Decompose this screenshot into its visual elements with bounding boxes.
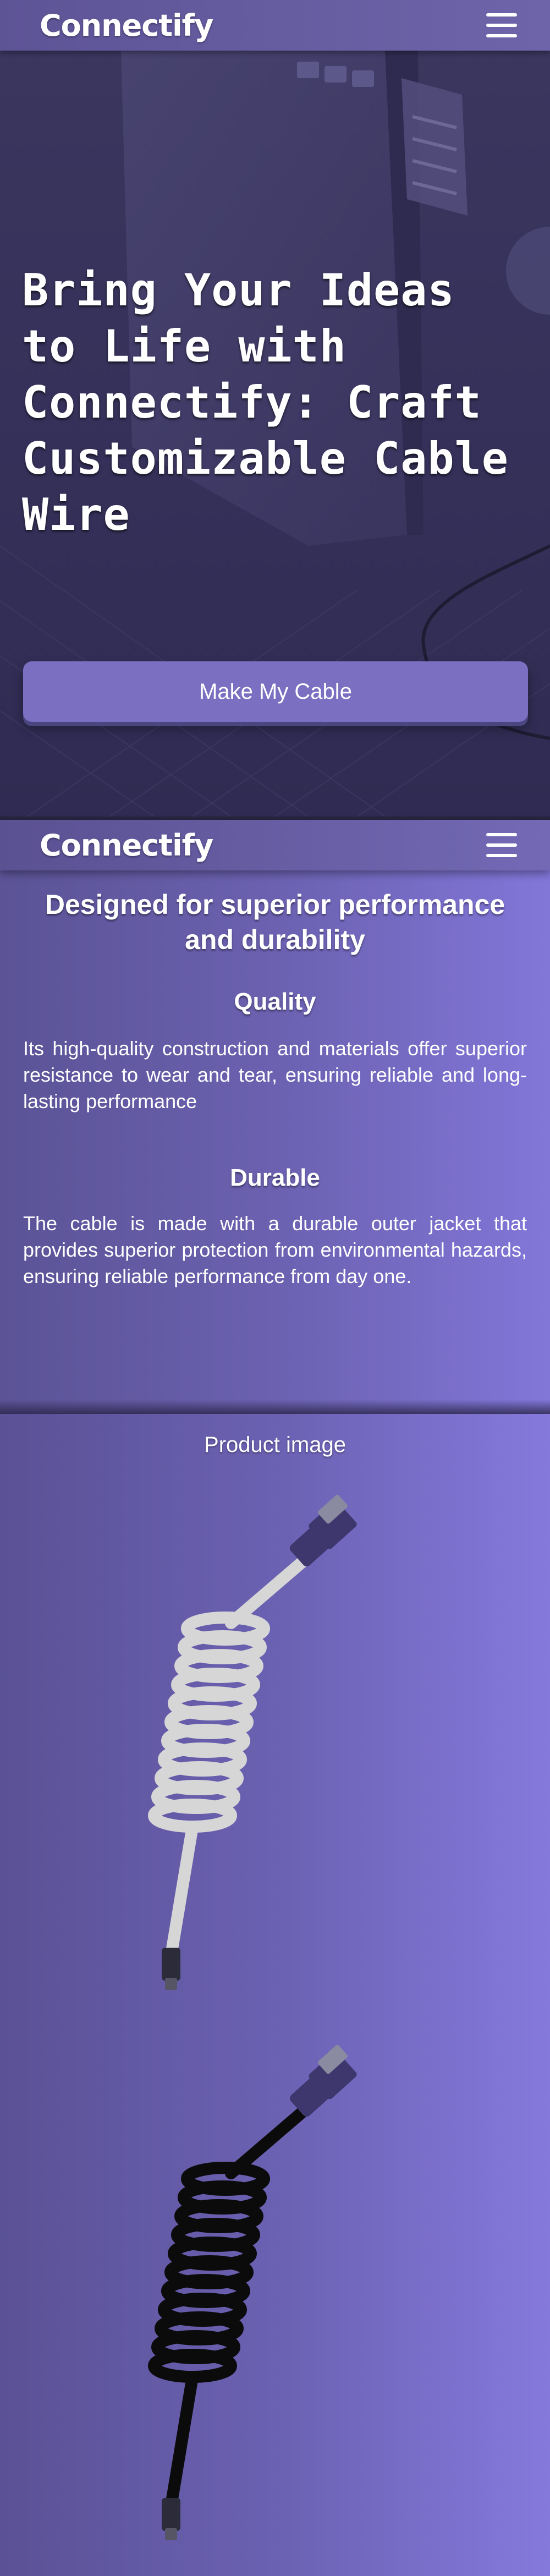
hamburger-menu-icon[interactable]	[486, 833, 517, 857]
connector-plug	[162, 1948, 180, 1981]
top-navbar: Connectify	[0, 0, 550, 51]
cable-straight-segment	[164, 1821, 199, 1965]
menu-bar	[486, 843, 517, 847]
menu-bar	[486, 833, 517, 836]
cable-straight-segment	[164, 2371, 199, 2515]
product-image-label: Product image	[204, 1433, 346, 1457]
white-coiled-cable-image	[148, 1494, 357, 1990]
menu-bar	[486, 13, 517, 17]
hamburger-menu-icon[interactable]	[486, 13, 517, 37]
connector-plug-tip	[165, 1978, 177, 1990]
menu-bar	[486, 24, 517, 27]
menu-bar	[486, 34, 517, 37]
menu-bar	[486, 854, 517, 857]
connector-plug	[162, 2498, 180, 2531]
brand-logo[interactable]: Connectify	[40, 8, 213, 43]
feature-text-durable: The cable is made with a durable outer j…	[23, 1212, 527, 1287]
brand-logo[interactable]: Connectify	[40, 828, 213, 863]
feature-title-quality: Quality	[234, 988, 316, 1015]
connector-plug-tip	[165, 2528, 177, 2540]
hero-title: Bring Your Ideas to Life with Connectify…	[22, 265, 509, 540]
features-heading: Designed for superior performance and du…	[45, 889, 505, 955]
feature-title-durable: Durable	[230, 1164, 320, 1191]
hero-section: Bring Your Ideas to Life with Connectify…	[0, 51, 550, 816]
section-shadow	[0, 1400, 550, 1414]
black-coiled-cable-image	[148, 2045, 357, 2540]
feature-text-quality: Its high-quality construction and materi…	[23, 1037, 527, 1112]
make-my-cable-button[interactable]: Make My Cable	[23, 661, 528, 722]
sticky-navbar: Connectify	[0, 820, 550, 870]
